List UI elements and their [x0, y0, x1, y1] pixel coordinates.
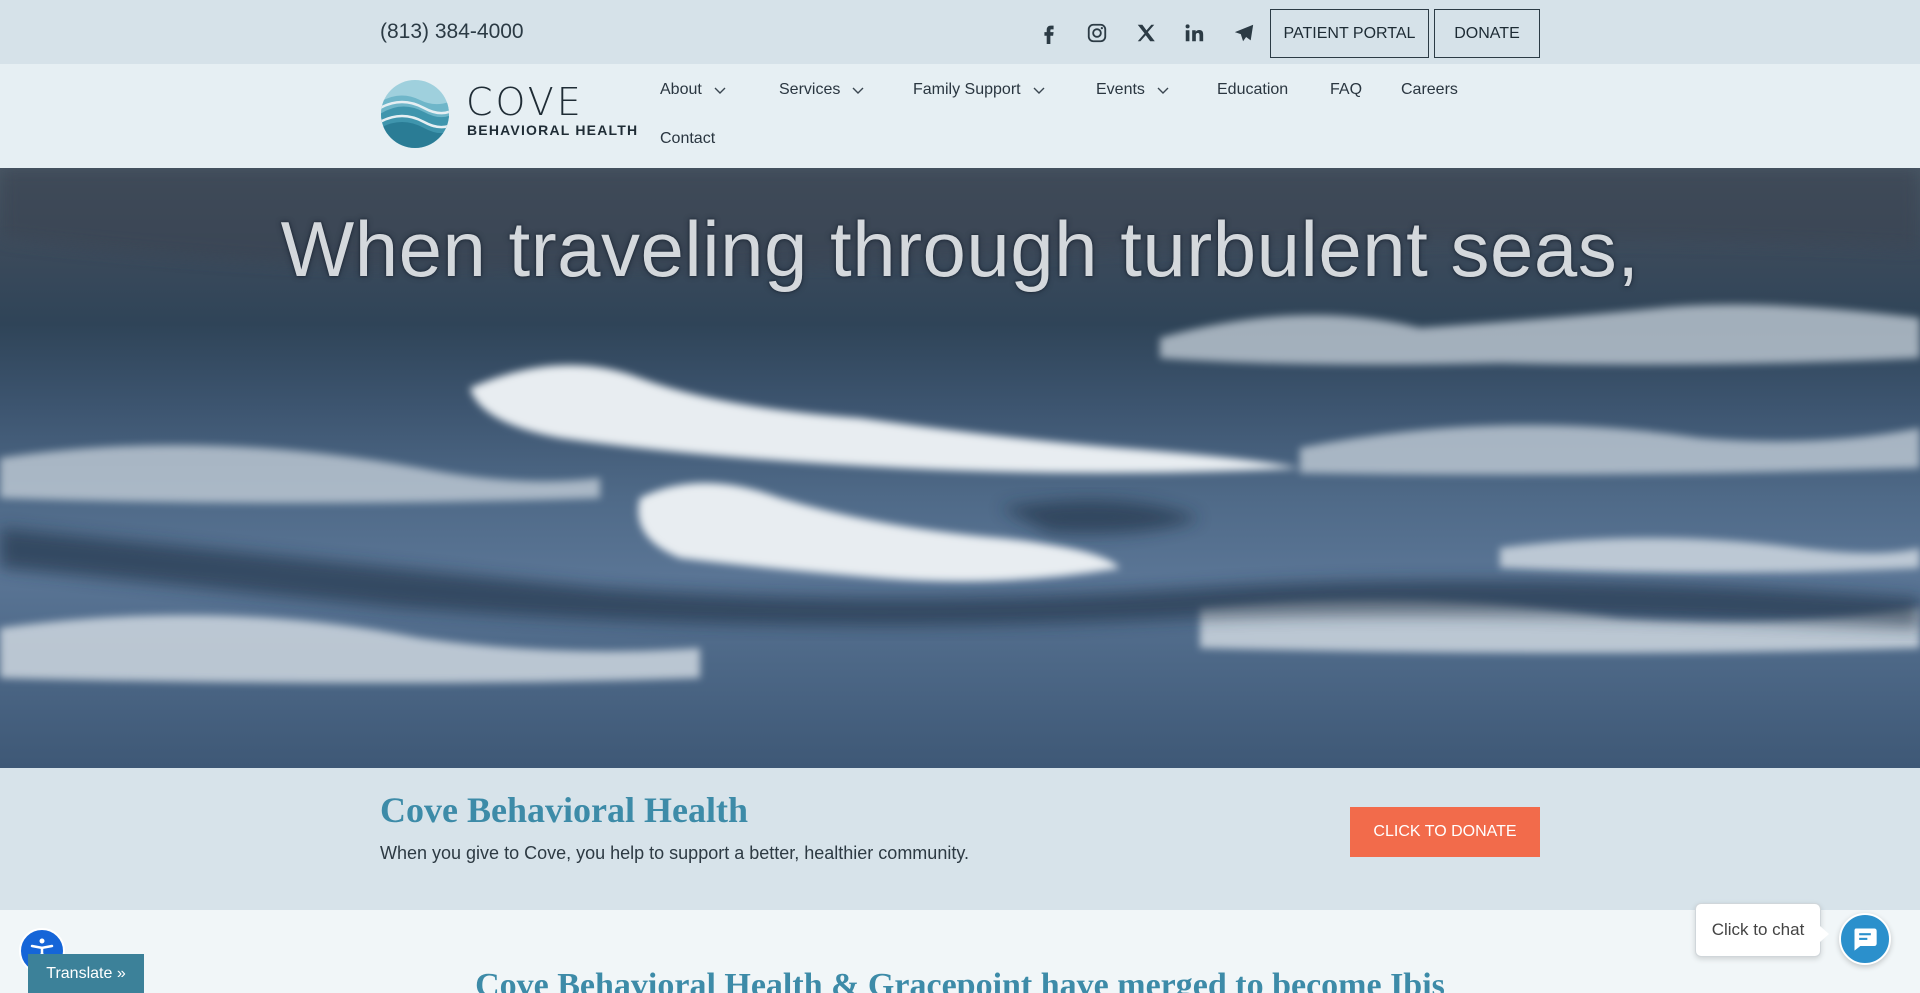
utility-bar: (813) 384-4000 PATIENT PORTAL DONATE [0, 0, 1920, 64]
instagram-icon[interactable] [1084, 20, 1110, 46]
facebook-icon[interactable] [1036, 20, 1062, 46]
chevron-down-icon [1033, 87, 1045, 94]
nav-item-label: About [660, 81, 702, 98]
donate-section [0, 768, 1920, 910]
brand-name: COVE [466, 80, 584, 124]
phone-link[interactable]: (813) 384-4000 [380, 20, 524, 44]
nav-item-education[interactable]: Education [1217, 81, 1288, 99]
chevron-down-icon [1157, 87, 1169, 94]
telegram-icon[interactable] [1231, 20, 1257, 46]
chat-button[interactable] [1839, 913, 1891, 965]
nav-item-services[interactable]: Services [779, 81, 866, 99]
nav-item-label: Family Support [913, 81, 1021, 98]
hero-video: When traveling through turbulent seas, [0, 168, 1920, 768]
nav-item-family-support[interactable]: Family Support [913, 81, 1047, 99]
patient-portal-button[interactable]: PATIENT PORTAL [1270, 9, 1429, 58]
x-twitter-icon[interactable] [1133, 20, 1159, 46]
nav-item-faq[interactable]: FAQ [1330, 81, 1362, 99]
chat-prompt[interactable]: Click to chat [1695, 903, 1829, 957]
org-description: When you give to Cove, you help to suppo… [380, 843, 969, 863]
nav-item-contact[interactable]: Contact [660, 130, 715, 148]
linkedin-icon[interactable] [1181, 20, 1207, 46]
nav-item-events[interactable]: Events [1096, 81, 1171, 99]
nav-item-label: Careers [1401, 81, 1458, 98]
nav-item-label: Events [1096, 81, 1145, 98]
main-navbar [0, 64, 1920, 168]
click-to-donate-button[interactable]: CLICK TO DONATE [1350, 807, 1540, 857]
nav-item-label: Services [779, 81, 841, 98]
merger-headline: Cove Behavioral Health & Gracepoint have… [475, 967, 1445, 993]
chevron-down-icon [714, 87, 726, 94]
org-title: Cove Behavioral Health [380, 790, 748, 830]
nav-item-label: Contact [660, 130, 716, 147]
chevron-down-icon [852, 87, 864, 94]
nav-item-label: Education [1217, 81, 1289, 98]
hero-caption: When traveling through turbulent seas, [280, 205, 1640, 293]
chat-icon [1854, 928, 1877, 951]
brand-subtitle: BEHAVIORAL HEALTH [467, 122, 639, 138]
nav-item-careers[interactable]: Careers [1401, 81, 1458, 99]
translate-button[interactable]: Translate » [28, 954, 144, 993]
donate-button[interactable]: DONATE [1434, 9, 1540, 58]
nav-item-about[interactable]: About [660, 81, 728, 99]
nav-item-label: FAQ [1330, 81, 1363, 98]
